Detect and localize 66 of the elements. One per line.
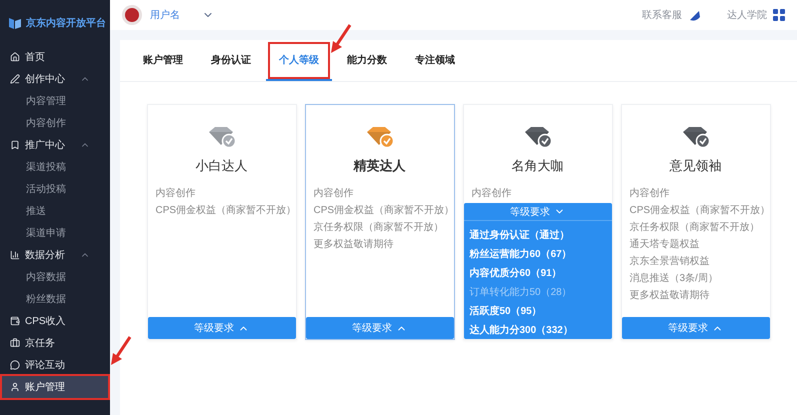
level-title: 精英达人 [354,157,406,175]
header-link[interactable]: 联系客服 [642,8,701,22]
tab[interactable]: 身份认证 [198,40,264,81]
submenu-item[interactable]: 内容数据 [0,266,110,288]
requirement-text: 内容优质分60（91） [468,268,562,279]
submenu-item[interactable]: 内容创作 [0,112,110,134]
requirements-button[interactable]: 等级要求 [148,317,296,339]
menu-item[interactable]: 账户管理 [2,376,108,398]
submenu-item[interactable]: 活动投稿 [0,178,110,200]
menu-item-icon [10,382,20,392]
menu-group[interactable]: 创作中心 [0,68,110,90]
menu-item[interactable]: 首页 [0,46,110,68]
requirement-text: 粉丝运营能力60（67） [468,249,572,260]
benefit-text: 消息推送（3条/周） [630,272,719,286]
grid-icon [773,9,785,21]
menu-item-icon [10,74,20,84]
tab[interactable]: 账户管理 [130,40,196,81]
annotation-arrow [330,24,352,54]
submenu-item[interactable]: 渠道申请 [0,222,110,244]
benefit-text: 京东全景营销权益 [630,255,710,269]
menu-item-icon [10,140,20,150]
requirements-button[interactable]: 等级要求 [306,317,454,339]
requirement-text: 达人能力分300（332） [468,325,573,336]
requirement-text: 订单转化能力50（28） [468,287,572,298]
level-title: 名角大咖 [512,157,564,175]
submenu-item[interactable]: 推送 [0,200,110,222]
benefit-text: 内容创作 [472,187,512,201]
submenu-item[interactable]: 粉丝数据 [0,288,110,310]
avatar[interactable] [122,5,142,25]
benefit-text: 更多权益敬请期待 [630,289,710,303]
benefit-text: CPS佣金权益（商家暂不开放） [156,204,288,218]
logo-text: 京东内容开放平台 [26,16,106,30]
menu-item-icon [10,316,20,326]
menu-group[interactable]: 推广中心 [0,134,110,156]
requirements-button[interactable]: 等级要求 [622,317,770,339]
tab[interactable]: 能力分数 [334,40,400,81]
requirement-text: 通过身份认证（通过） [468,230,570,241]
benefit-text: 内容创作 [314,187,354,201]
menu-group[interactable]: 数据分析 [0,244,110,266]
annotation-arrow [110,336,132,366]
user-name[interactable]: 用户名 [150,8,180,22]
header-link[interactable]: 达人学院 [727,8,785,22]
benefit-text: 更多权益敬请期待 [314,238,394,252]
menu-item[interactable]: 京任务 [0,332,110,354]
benefit-text: 内容创作 [630,187,670,201]
submenu-item[interactable]: 渠道投稿 [0,156,110,178]
menu-item-icon [10,338,20,348]
submenu-item[interactable]: 内容管理 [0,90,110,112]
menu-item-icon [10,360,20,370]
logo-icon [8,16,22,30]
requirement-text: 活跃度50（95） [468,306,542,317]
level-title: 小白达人 [196,157,248,175]
benefit-text: 京任务权限（商家暂不开放） [630,221,760,235]
menu-item[interactable]: CPS收入 [0,310,110,332]
menu-item-icon [10,52,20,62]
tab[interactable]: 专注领域 [402,40,468,81]
benefit-text: 京任务权限（商家暂不开放） [314,221,444,235]
menu-item[interactable]: 评论互动 [0,354,110,376]
benefit-text: 内容创作 [156,187,196,201]
benefit-text: CPS佣金权益（商家暂不开放） [314,204,446,218]
level-title: 意见领袖 [670,157,722,175]
menu-item-icon [10,250,20,260]
benefit-text: CPS佣金权益（商家暂不开放） [630,204,762,218]
requirements-button[interactable]: 等级要求 [464,203,612,221]
benefit-text: 通天塔专题权益 [630,238,700,252]
tab[interactable]: 个人等级 [266,40,332,81]
